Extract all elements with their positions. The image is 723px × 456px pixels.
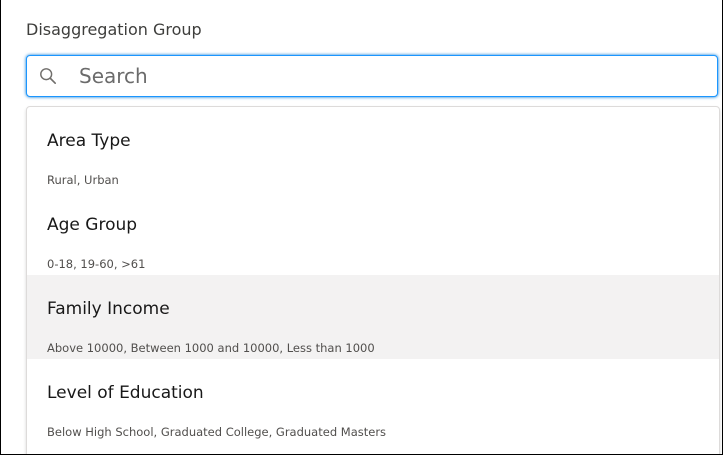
option-level-of-education[interactable]: Level of Education Below High School, Gr… [27, 359, 719, 443]
option-family-income[interactable]: Family Income Above 10000, Between 1000 … [27, 275, 719, 359]
picklist-frame: Disaggregation Group Area Type Rural, Ur… [0, 0, 723, 455]
option-values: Above 10000, Between 1000 and 10000, Les… [47, 341, 375, 355]
search-box[interactable] [26, 55, 718, 97]
search-input[interactable] [69, 57, 709, 95]
option-title: Family Income [47, 299, 170, 319]
field-label: Disaggregation Group [26, 20, 202, 39]
search-icon [40, 68, 57, 85]
option-title: Level of Education [47, 383, 204, 403]
dropdown-listbox: Area Type Rural, Urban Age Group 0-18, 1… [26, 106, 720, 454]
option-values: Below High School, Graduated College, Gr… [47, 425, 387, 439]
option-title: Age Group [47, 215, 138, 235]
option-area-type[interactable]: Area Type Rural, Urban [27, 107, 719, 191]
option-values: 0-18, 19-60, >61 [47, 257, 146, 271]
option-age-group[interactable]: Age Group 0-18, 19-60, >61 [27, 191, 719, 275]
option-title: Area Type [47, 131, 131, 151]
option-values: Rural, Urban [47, 173, 119, 187]
